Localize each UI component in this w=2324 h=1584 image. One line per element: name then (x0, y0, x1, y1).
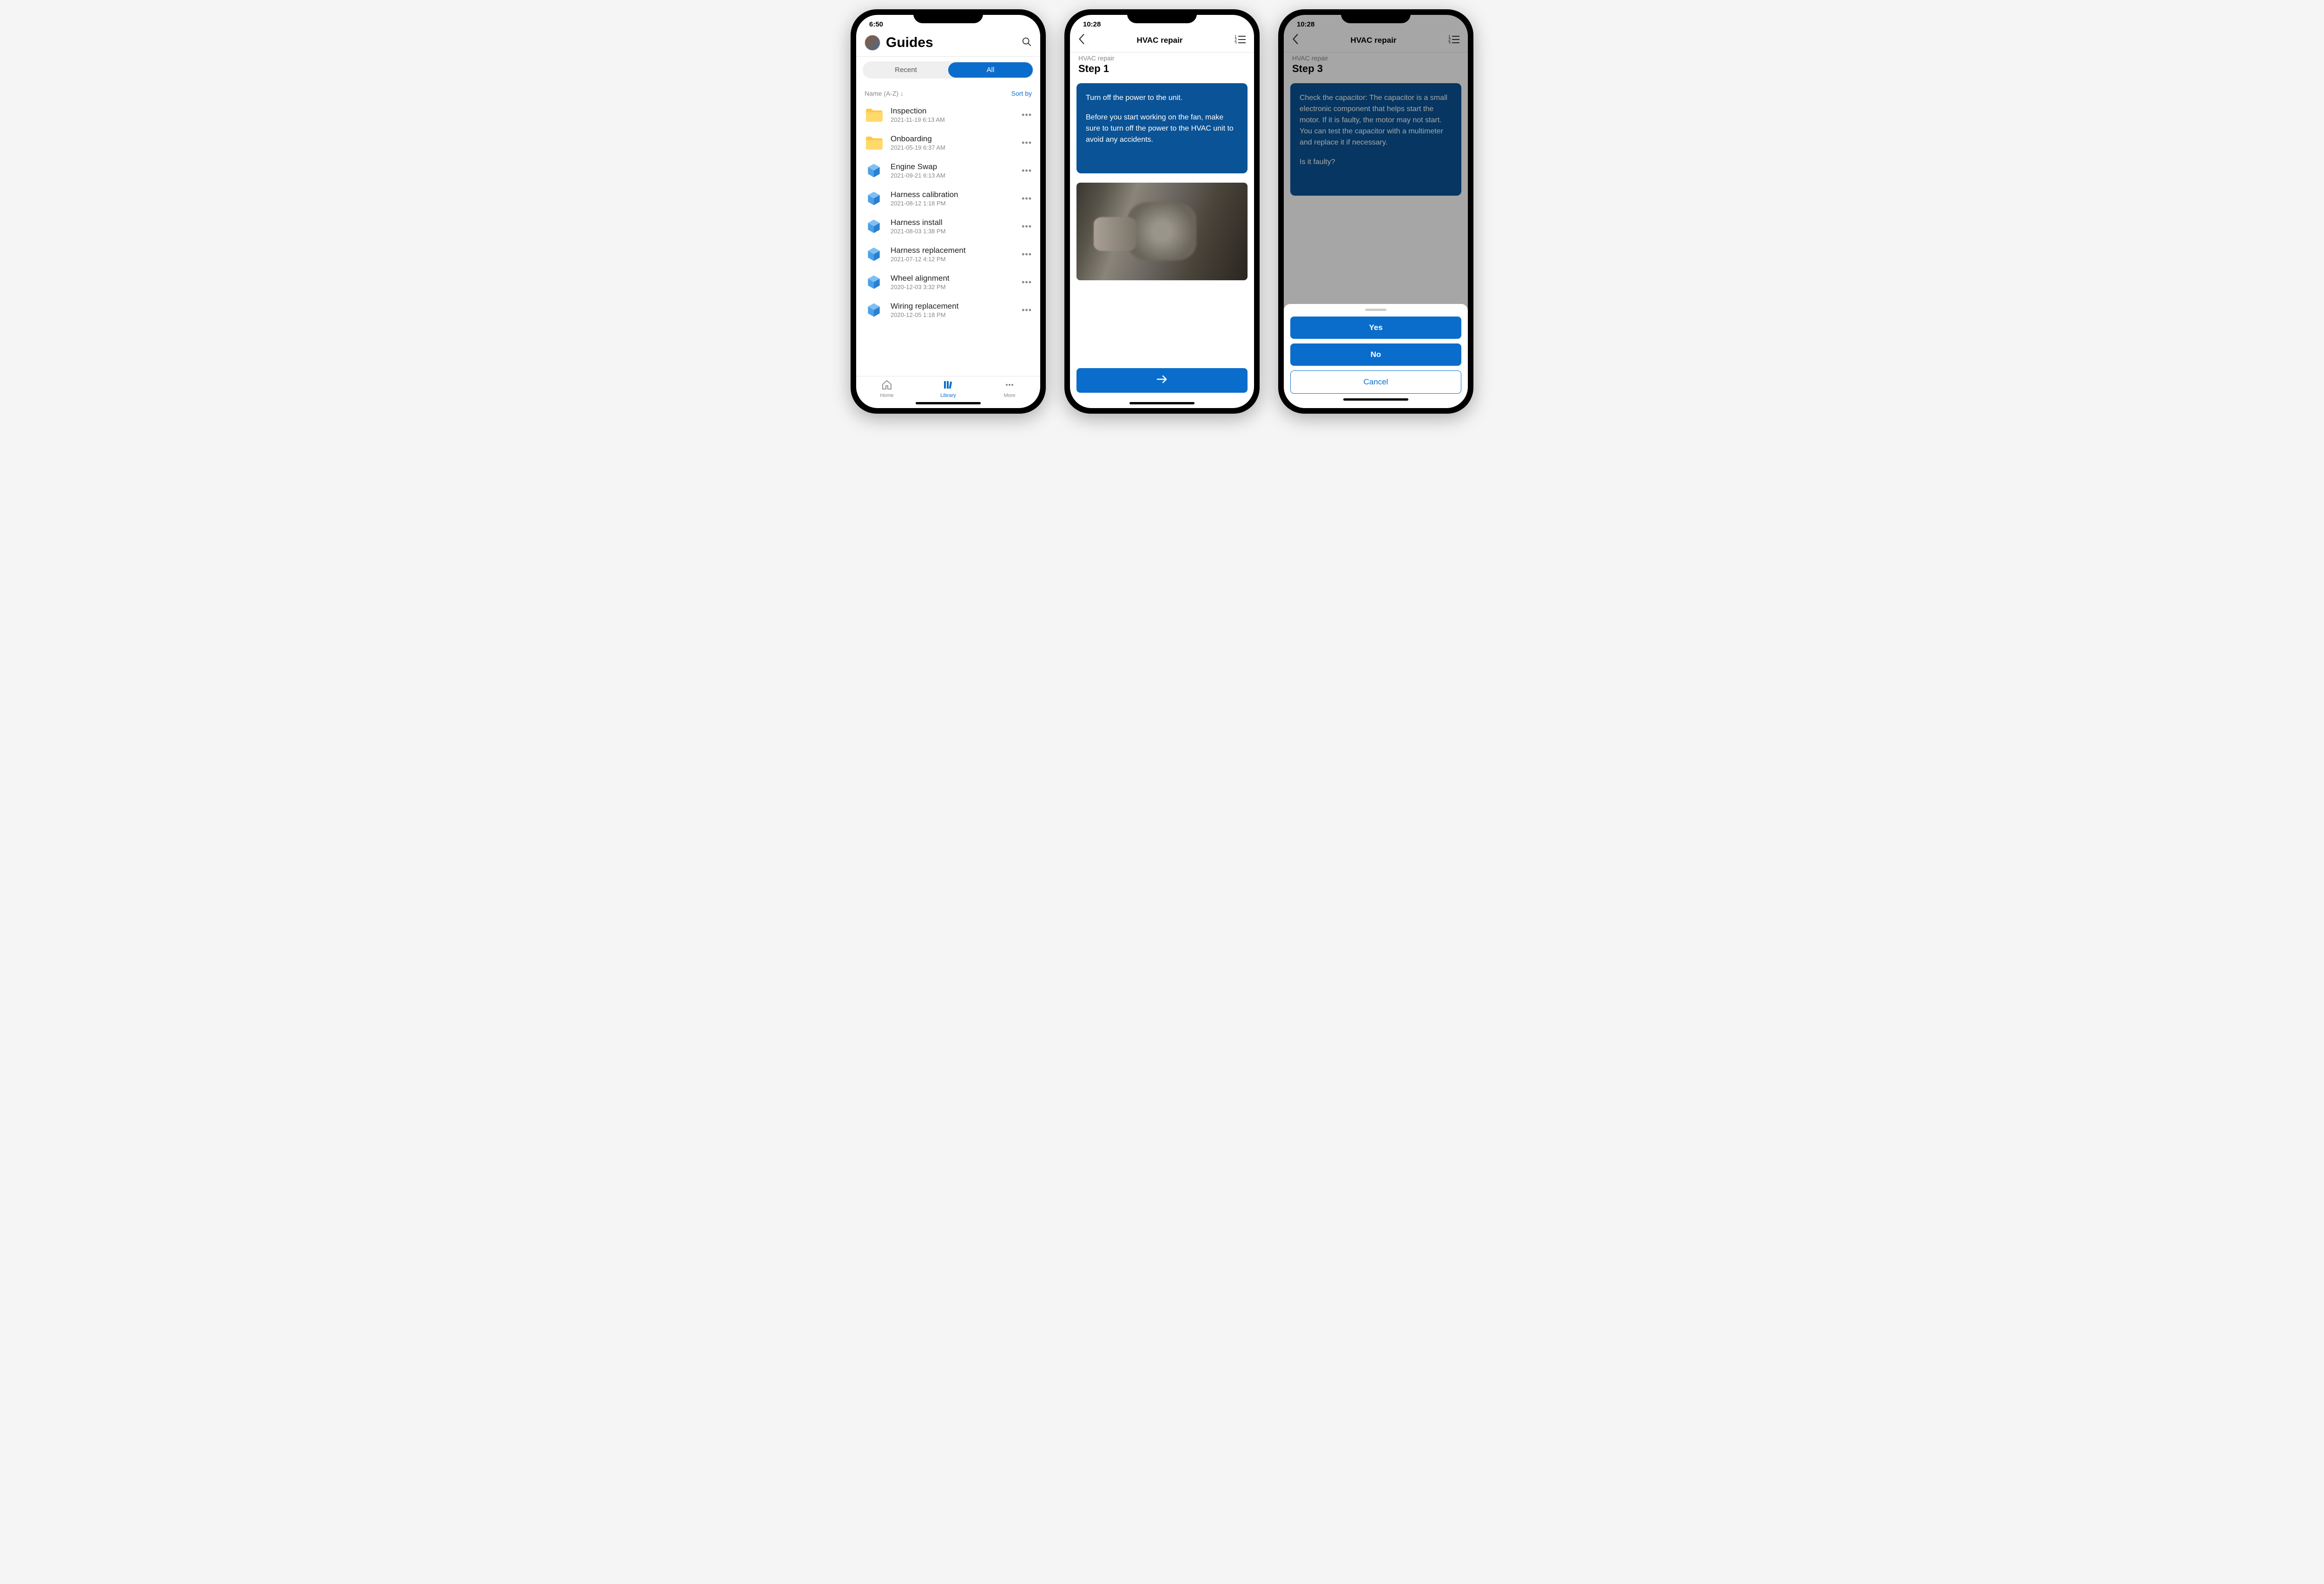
row-text: Harness install2021-08-03 1:38 PM (891, 218, 1014, 235)
list-item[interactable]: Inspection2021-11-19 6:13 AM ••• (856, 101, 1040, 129)
more-icon[interactable]: ••• (1022, 305, 1032, 315)
step-header-title: HVAC repair (1137, 36, 1183, 45)
list-item[interactable]: Wiring replacement2020-12-05 1:18 PM ••• (856, 296, 1040, 324)
step-image[interactable] (1076, 183, 1248, 280)
item-date: 2021-08-03 1:38 PM (891, 228, 1014, 235)
tab-home[interactable]: Home (856, 379, 918, 398)
breadcrumb: HVAC repair (1078, 54, 1246, 62)
folder-icon (865, 133, 883, 152)
tab-all[interactable]: All (948, 62, 1033, 78)
sort-label[interactable]: Name (A-Z) ↓ (865, 90, 904, 97)
guides-list[interactable]: Inspection2021-11-19 6:13 AM•••Onboardin… (856, 101, 1040, 376)
guide-icon (865, 301, 883, 319)
back-button[interactable] (1078, 34, 1085, 46)
folder-icon (865, 106, 883, 124)
next-button[interactable] (1076, 368, 1248, 393)
tab-recent[interactable]: Recent (864, 62, 948, 78)
row-text: Inspection2021-11-19 6:13 AM (891, 106, 1014, 123)
instruction-line: Turn off the power to the unit. (1086, 92, 1238, 104)
item-title: Onboarding (891, 134, 1014, 144)
home-indicator[interactable] (1343, 398, 1408, 401)
item-title: Engine Swap (891, 162, 1014, 172)
status-bar: 6:50 (856, 15, 1040, 30)
list-item[interactable]: Engine Swap2021-09-21 6:13 AM ••• (856, 157, 1040, 185)
search-icon[interactable] (1022, 37, 1032, 49)
arrow-down-icon: ↓ (900, 90, 904, 97)
tab-library[interactable]: Library (918, 379, 979, 398)
item-date: 2020-12-03 3:32 PM (891, 284, 1014, 290)
status-bar: 10:28 (1070, 15, 1254, 30)
item-date: 2021-08-12 1:18 PM (891, 200, 1014, 207)
item-date: 2021-05-19 6:37 AM (891, 144, 1014, 151)
status-time: 10:28 (1083, 20, 1101, 28)
row-text: Harness calibration2021-08-12 1:18 PM (891, 190, 1014, 207)
svg-text:3: 3 (1235, 41, 1237, 44)
item-date: 2021-07-12 4:12 PM (891, 256, 1014, 263)
item-title: Inspection (891, 106, 1014, 116)
item-title: Harness replacement (891, 246, 1014, 255)
home-indicator[interactable] (916, 402, 981, 404)
more-icon[interactable]: ••• (1022, 138, 1032, 148)
page-title: Guides (886, 35, 1016, 51)
phone-library: 6:50 Guides Recent All Name (A-Z) ↓ Sort… (851, 9, 1046, 414)
row-text: Wheel alignment2020-12-03 3:32 PM (891, 274, 1014, 290)
more-icon[interactable]: ••• (1022, 194, 1032, 204)
guide-icon (865, 217, 883, 236)
arrow-right-icon (1156, 375, 1168, 386)
more-icon[interactable]: ••• (1022, 166, 1032, 176)
list-item[interactable]: Harness install2021-08-03 1:38 PM ••• (856, 212, 1040, 240)
cancel-button[interactable]: Cancel (1290, 370, 1461, 394)
item-date: 2020-12-05 1:18 PM (891, 311, 1014, 318)
row-text: Wiring replacement2020-12-05 1:18 PM (891, 302, 1014, 318)
home-indicator[interactable] (1129, 402, 1195, 404)
segmented-control: Recent All (863, 61, 1034, 79)
more-icon[interactable]: ••• (1022, 222, 1032, 231)
list-item[interactable]: Harness calibration2021-08-12 1:18 PM ••• (856, 185, 1040, 212)
guide-icon (865, 273, 883, 291)
sort-by-button[interactable]: Sort by (1011, 90, 1032, 97)
yes-button[interactable]: Yes (1290, 317, 1461, 339)
row-text: Harness replacement2021-07-12 4:12 PM (891, 246, 1014, 263)
guide-icon (865, 161, 883, 180)
step-instruction-card: Turn off the power to the unit. Before y… (1076, 83, 1248, 173)
home-icon (881, 379, 892, 392)
phone-step1: 10:28 HVAC repair 123 HVAC repair Step 1… (1064, 9, 1260, 414)
more-icon (1004, 379, 1015, 392)
item-date: 2021-11-19 6:13 AM (891, 116, 1014, 123)
library-icon (943, 379, 954, 392)
phone-step3: 10:28 HVAC repair 123 HVAC repair Step 3… (1278, 9, 1473, 414)
list-item[interactable]: Harness replacement2021-07-12 4:12 PM ••• (856, 240, 1040, 268)
row-text: Engine Swap2021-09-21 6:13 AM (891, 162, 1014, 179)
row-text: Onboarding2021-05-19 6:37 AM (891, 134, 1014, 151)
item-date: 2021-09-21 6:13 AM (891, 172, 1014, 179)
guide-icon (865, 245, 883, 264)
item-title: Wheel alignment (891, 274, 1014, 283)
sort-row: Name (A-Z) ↓ Sort by (856, 83, 1040, 101)
tab-bar: Home Library More (856, 376, 1040, 399)
action-sheet: Yes No Cancel (1284, 304, 1468, 408)
more-icon[interactable]: ••• (1022, 277, 1032, 287)
more-icon[interactable]: ••• (1022, 110, 1032, 120)
step-meta: HVAC repair Step 1 (1070, 53, 1254, 81)
tab-more[interactable]: More (979, 379, 1040, 398)
divider (856, 56, 1040, 57)
list-item[interactable]: Wheel alignment2020-12-03 3:32 PM ••• (856, 268, 1040, 296)
item-title: Harness calibration (891, 190, 1014, 199)
list-item[interactable]: Onboarding2021-05-19 6:37 AM ••• (856, 129, 1040, 157)
sheet-handle[interactable] (1365, 309, 1386, 311)
step-label: Step 1 (1078, 63, 1246, 75)
step-header: HVAC repair 123 (1070, 30, 1254, 52)
page-header: Guides (856, 30, 1040, 56)
item-title: Harness install (891, 218, 1014, 227)
no-button[interactable]: No (1290, 343, 1461, 366)
guide-icon (865, 189, 883, 208)
more-icon[interactable]: ••• (1022, 250, 1032, 259)
toc-icon[interactable]: 123 (1235, 34, 1246, 46)
avatar[interactable] (865, 35, 880, 51)
status-time: 6:50 (869, 20, 883, 28)
instruction-line: Before you start working on the fan, mak… (1086, 112, 1238, 145)
item-title: Wiring replacement (891, 302, 1014, 311)
